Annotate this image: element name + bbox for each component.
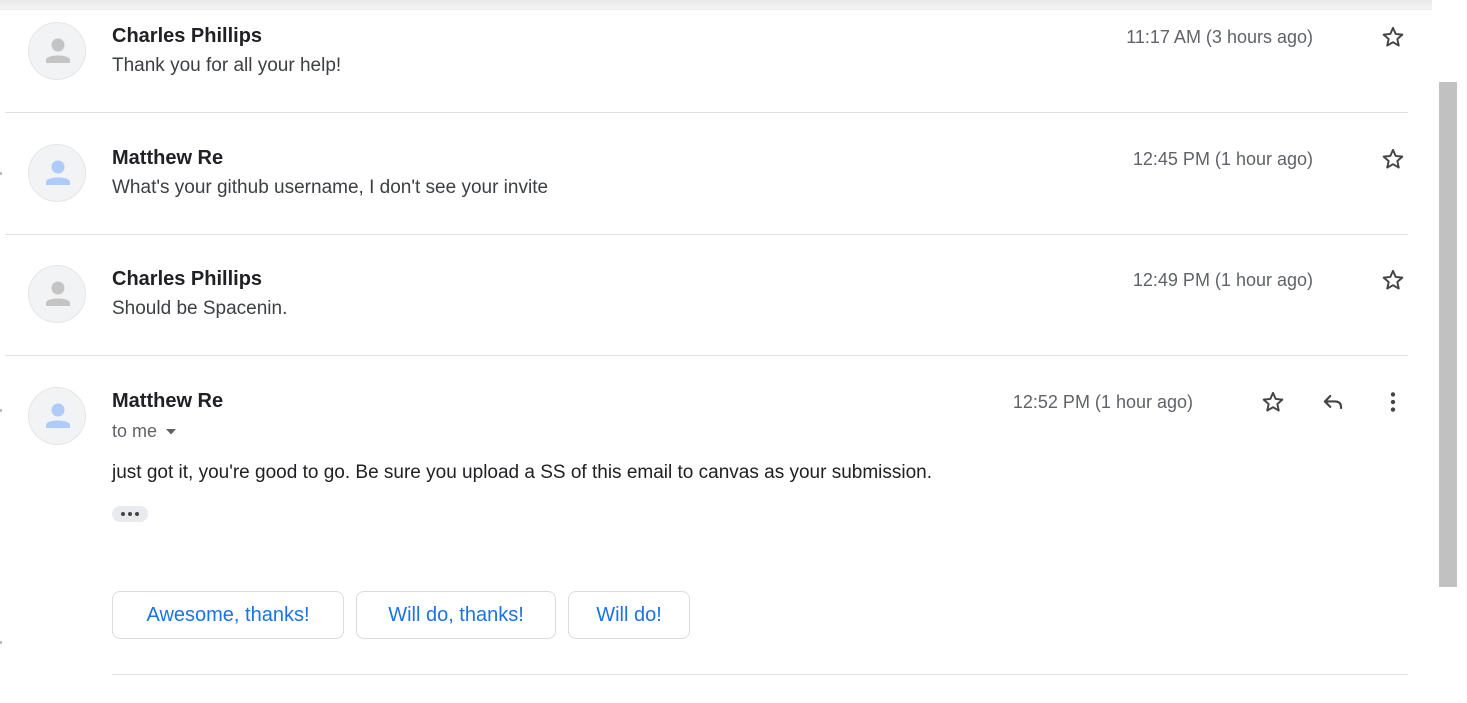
show-trimmed-content-button[interactable]: [112, 506, 148, 522]
message-body: just got it, you're good to go. Be sure …: [112, 462, 933, 483]
person-icon: [46, 403, 70, 428]
star-outline-icon: [1382, 148, 1404, 169]
star-outline-icon: [1382, 269, 1404, 290]
sender-name: Charles Phillips: [112, 25, 263, 47]
edge-mark: [0, 409, 2, 412]
recipient-details-toggle[interactable]: to me: [112, 421, 177, 442]
edge-mark: [0, 172, 2, 175]
message-time[interactable]: 12:52 PM (1 hour ago): [1013, 392, 1193, 413]
expanded-message: Matthew Re 12:52 PM (1 hour ago): [0, 356, 1432, 703]
star-button[interactable]: [1257, 386, 1289, 418]
collapsed-message[interactable]: Charles Phillips Should be Spacenin. 12:…: [0, 235, 1432, 356]
dot-icon: [135, 512, 139, 516]
star-button[interactable]: [1377, 264, 1409, 296]
more-options-button[interactable]: [1377, 386, 1409, 418]
scrollbar-thumb[interactable]: [1439, 82, 1457, 587]
smart-reply-button[interactable]: Awesome, thanks!: [112, 591, 344, 639]
collapsed-message[interactable]: Charles Phillips Thank you for all your …: [0, 0, 1432, 113]
smart-reply-button[interactable]: Will do!: [568, 591, 690, 639]
reply-button[interactable]: [1317, 386, 1349, 418]
avatar[interactable]: [28, 265, 86, 323]
message-time[interactable]: 12:49 PM (1 hour ago): [1133, 270, 1313, 291]
sender-name: Matthew Re: [112, 147, 224, 169]
avatar[interactable]: [28, 22, 86, 80]
person-icon: [46, 38, 70, 63]
sender-name[interactable]: Matthew Re: [112, 390, 223, 413]
dot-icon: [121, 512, 125, 516]
message-snippet: Should be Spacenin.: [112, 298, 288, 319]
message-time[interactable]: 12:45 PM (1 hour ago): [1133, 149, 1313, 170]
person-icon: [46, 160, 70, 185]
smart-reply-button[interactable]: Will do, thanks!: [356, 591, 556, 639]
more-vert-icon: [1390, 392, 1396, 412]
sender-name: Charles Phillips: [112, 268, 263, 290]
message-snippet: Thank you for all your help!: [112, 55, 342, 76]
avatar[interactable]: [28, 144, 86, 202]
recipient-label: to me: [112, 421, 158, 441]
star-outline-icon: [1382, 26, 1404, 47]
reply-area-divider: [112, 674, 1408, 675]
edge-mark: [0, 641, 2, 644]
dot-icon: [128, 512, 132, 516]
email-thread-view: Charles Phillips Thank you for all your …: [0, 0, 1467, 703]
star-button[interactable]: [1377, 143, 1409, 175]
message-snippet: What's your github username, I don't see…: [112, 177, 549, 198]
reply-icon: [1323, 394, 1343, 410]
star-outline-icon: [1262, 391, 1284, 412]
collapsed-message[interactable]: Matthew Re What's your github username, …: [0, 113, 1432, 235]
star-button[interactable]: [1377, 21, 1409, 53]
person-icon: [46, 281, 70, 306]
caret-down-icon: [166, 428, 177, 434]
message-time[interactable]: 11:17 AM (3 hours ago): [1126, 27, 1313, 48]
avatar[interactable]: [28, 387, 86, 445]
